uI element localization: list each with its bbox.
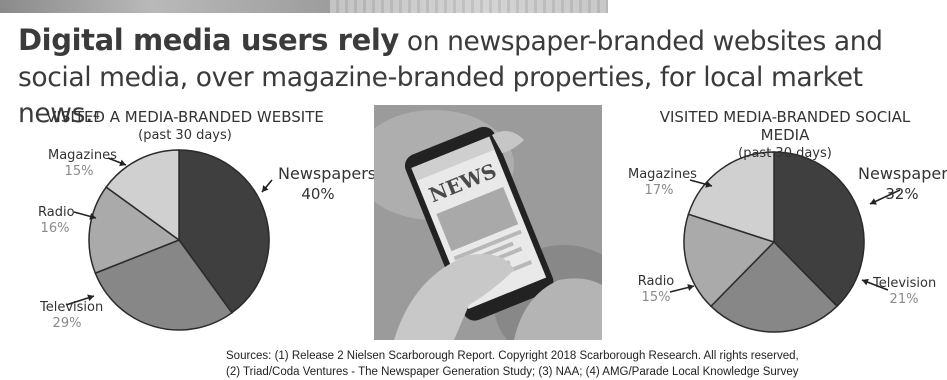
phone-photo: NEWS <box>374 105 602 340</box>
chart1-label-television-pct: 29% <box>52 316 82 331</box>
chart2-label-television: Television 21% <box>873 276 937 308</box>
chart1-label-magazines-pct: 15% <box>64 164 94 179</box>
chart2-label-newspapers-name: Newspapers <box>858 164 947 183</box>
chart2-label-magazines-pct: 17% <box>644 183 674 198</box>
chart2-label-newspapers: Newspapers 32% <box>858 164 947 204</box>
chart2-label-radio-name: Radio <box>637 274 675 289</box>
chart2-title-block: VISITED MEDIA-BRANDED SOCIAL MEDIA (past… <box>635 108 935 161</box>
chart1-label-radio-pct: 16% <box>40 221 70 236</box>
chart1-label-television: Television 29% <box>40 300 103 332</box>
sources-line-1: Sources: (1) Release 2 Nielsen Scarborou… <box>226 350 799 362</box>
chart1-label-newspapers: Newspapers 40% <box>278 164 376 204</box>
sources-footnote: Sources: (1) Release 2 Nielsen Scarborou… <box>226 348 946 380</box>
chart1-label-magazines: Magazines 15% <box>48 148 117 180</box>
chart2-label-magazines-name: Magazines <box>628 167 697 182</box>
chart2-label-newspapers-pct: 32% <box>885 185 919 203</box>
chart1-label-newspapers-pct: 40% <box>301 185 335 203</box>
chart2-label-television-pct: 21% <box>889 292 919 307</box>
chart2-label-radio-pct: 15% <box>641 290 671 305</box>
chart2-subtitle: (past 30 days) <box>738 146 832 161</box>
chart1-label-television-name: Television <box>40 300 104 315</box>
sources-line-2: (2) Triad/Coda Ventures - The Newspaper … <box>226 366 799 378</box>
chart2-label-magazines: Magazines 17% <box>628 167 697 199</box>
chart1-label-newspapers-name: Newspapers <box>278 164 377 183</box>
chart2-label-television-name: Television <box>873 276 937 291</box>
chart2-title: VISITED MEDIA-BRANDED SOCIAL MEDIA <box>659 108 911 144</box>
chart2-label-radio: Radio 15% <box>636 274 676 306</box>
chart1-arrow-0 <box>261 179 273 193</box>
chart1-label-magazines-name: Magazines <box>48 148 117 163</box>
chart1-label-radio: Radio 16% <box>38 205 75 237</box>
chart1-label-radio-name: Radio <box>38 205 75 220</box>
phone-illustration: NEWS <box>374 105 602 340</box>
